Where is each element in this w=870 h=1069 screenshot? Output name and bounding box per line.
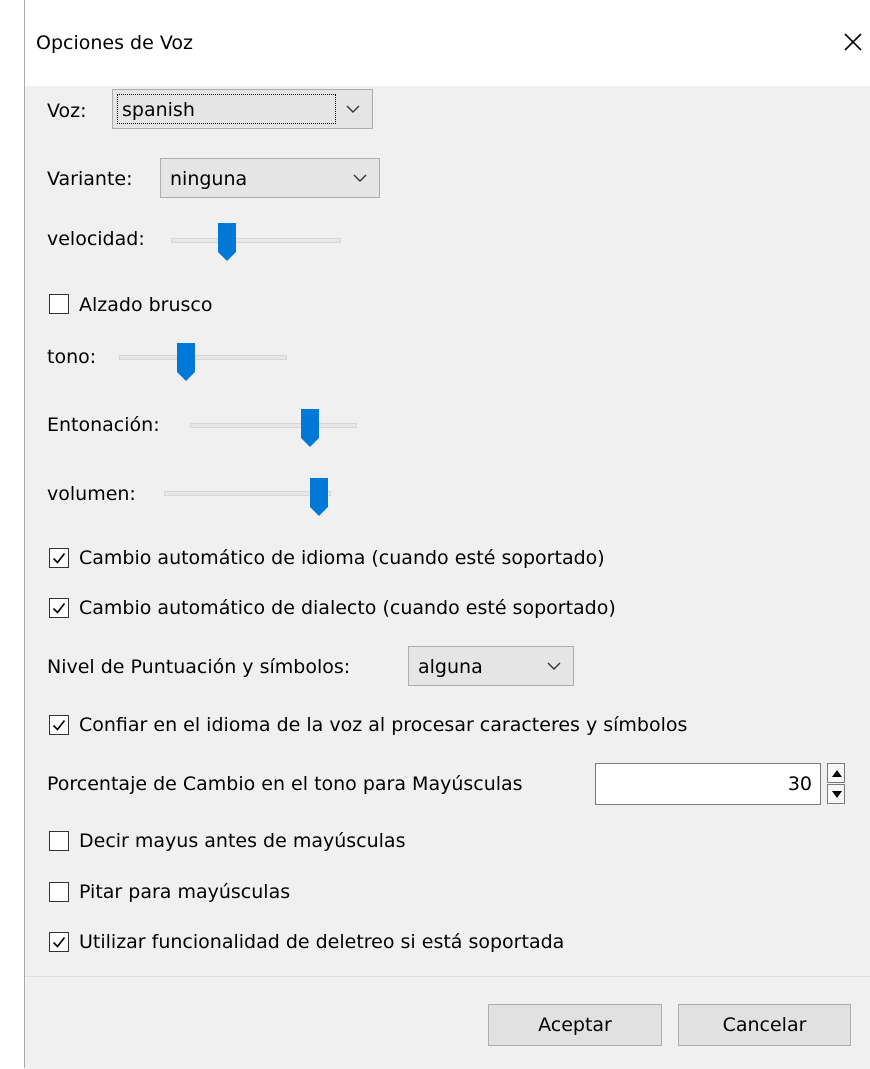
rate-boost-label: Alzado brusco — [79, 294, 213, 316]
checkmark-icon — [52, 553, 66, 564]
auto-dialect-checkbox[interactable] — [49, 598, 69, 618]
pitch-slider-thumb[interactable] — [176, 342, 196, 382]
say-cap-label: Decir mayus antes de mayúsculas — [79, 830, 406, 852]
auto-dialect-label: Cambio automático de dialecto (cuando es… — [79, 597, 616, 619]
checkmark-icon — [52, 937, 66, 948]
close-icon — [844, 33, 862, 51]
cap-pitch-change-spinner — [827, 763, 845, 805]
say-cap-checkbox[interactable] — [49, 831, 69, 851]
rate-slider-track[interactable] — [171, 238, 341, 243]
rate-label: velocidad: — [47, 228, 145, 250]
cancel-button[interactable]: Cancelar — [678, 1004, 851, 1046]
cap-pitch-change-label: Porcentaje de Cambio en el tono para May… — [47, 773, 523, 795]
inflection-slider-thumb[interactable] — [300, 408, 320, 448]
punctuation-combo[interactable]: alguna — [408, 646, 574, 686]
variant-label: Variante: — [47, 168, 133, 190]
spin-up-button[interactable] — [827, 763, 845, 783]
triangle-up-icon — [832, 770, 842, 777]
variant-combo[interactable]: ninguna — [160, 158, 380, 198]
title-bar: Opciones de Voz — [25, 0, 870, 86]
chevron-down-icon — [346, 105, 360, 113]
inflection-label: Entonación: — [47, 414, 160, 436]
beep-caps-checkbox[interactable] — [49, 882, 69, 902]
close-button[interactable] — [835, 24, 870, 60]
spelling-label: Utilizar funcionalidad de deletreo si es… — [79, 931, 565, 953]
beep-caps-label: Pitar para mayúsculas — [79, 881, 291, 903]
volume-slider-track[interactable] — [164, 491, 331, 496]
ok-button[interactable]: Aceptar — [488, 1004, 662, 1046]
pitch-label: tono: — [47, 346, 97, 368]
voice-label: Voz: — [47, 100, 87, 122]
punctuation-value: alguna — [418, 656, 483, 678]
volume-label: volumen: — [47, 483, 136, 505]
inflection-slider-track[interactable] — [190, 423, 357, 428]
dialog-footer: Aceptar Cancelar — [25, 976, 870, 1069]
rate-boost-checkbox[interactable] — [49, 294, 69, 314]
triangle-down-icon — [832, 791, 842, 798]
chevron-down-icon — [547, 662, 561, 670]
chevron-down-icon — [353, 174, 367, 182]
punctuation-label: Nivel de Puntuación y símbolos: — [47, 656, 351, 678]
trust-voice-language-checkbox[interactable] — [49, 715, 69, 735]
voice-combo[interactable]: spanish — [112, 89, 373, 129]
variant-value: ninguna — [170, 168, 248, 190]
window-title: Opciones de Voz — [36, 32, 193, 54]
cap-pitch-change-value: 30 — [787, 773, 812, 795]
cap-pitch-change-input[interactable]: 30 — [595, 763, 821, 805]
auto-language-checkbox[interactable] — [49, 548, 69, 568]
volume-slider-thumb[interactable] — [309, 477, 329, 517]
rate-slider-thumb[interactable] — [217, 222, 237, 262]
voice-value: spanish — [122, 99, 195, 121]
spelling-checkbox[interactable] — [49, 932, 69, 952]
checkmark-icon — [52, 603, 66, 614]
auto-language-label: Cambio automático de idioma (cuando esté… — [79, 547, 605, 569]
voice-settings-dialog: Opciones de Voz Voz: spanish Variante: n… — [24, 0, 870, 1069]
pitch-slider-track[interactable] — [119, 355, 287, 360]
checkmark-icon — [52, 720, 66, 731]
spin-down-button[interactable] — [827, 784, 845, 804]
trust-voice-language-label: Confiar en el idioma de la voz al proces… — [79, 714, 688, 736]
